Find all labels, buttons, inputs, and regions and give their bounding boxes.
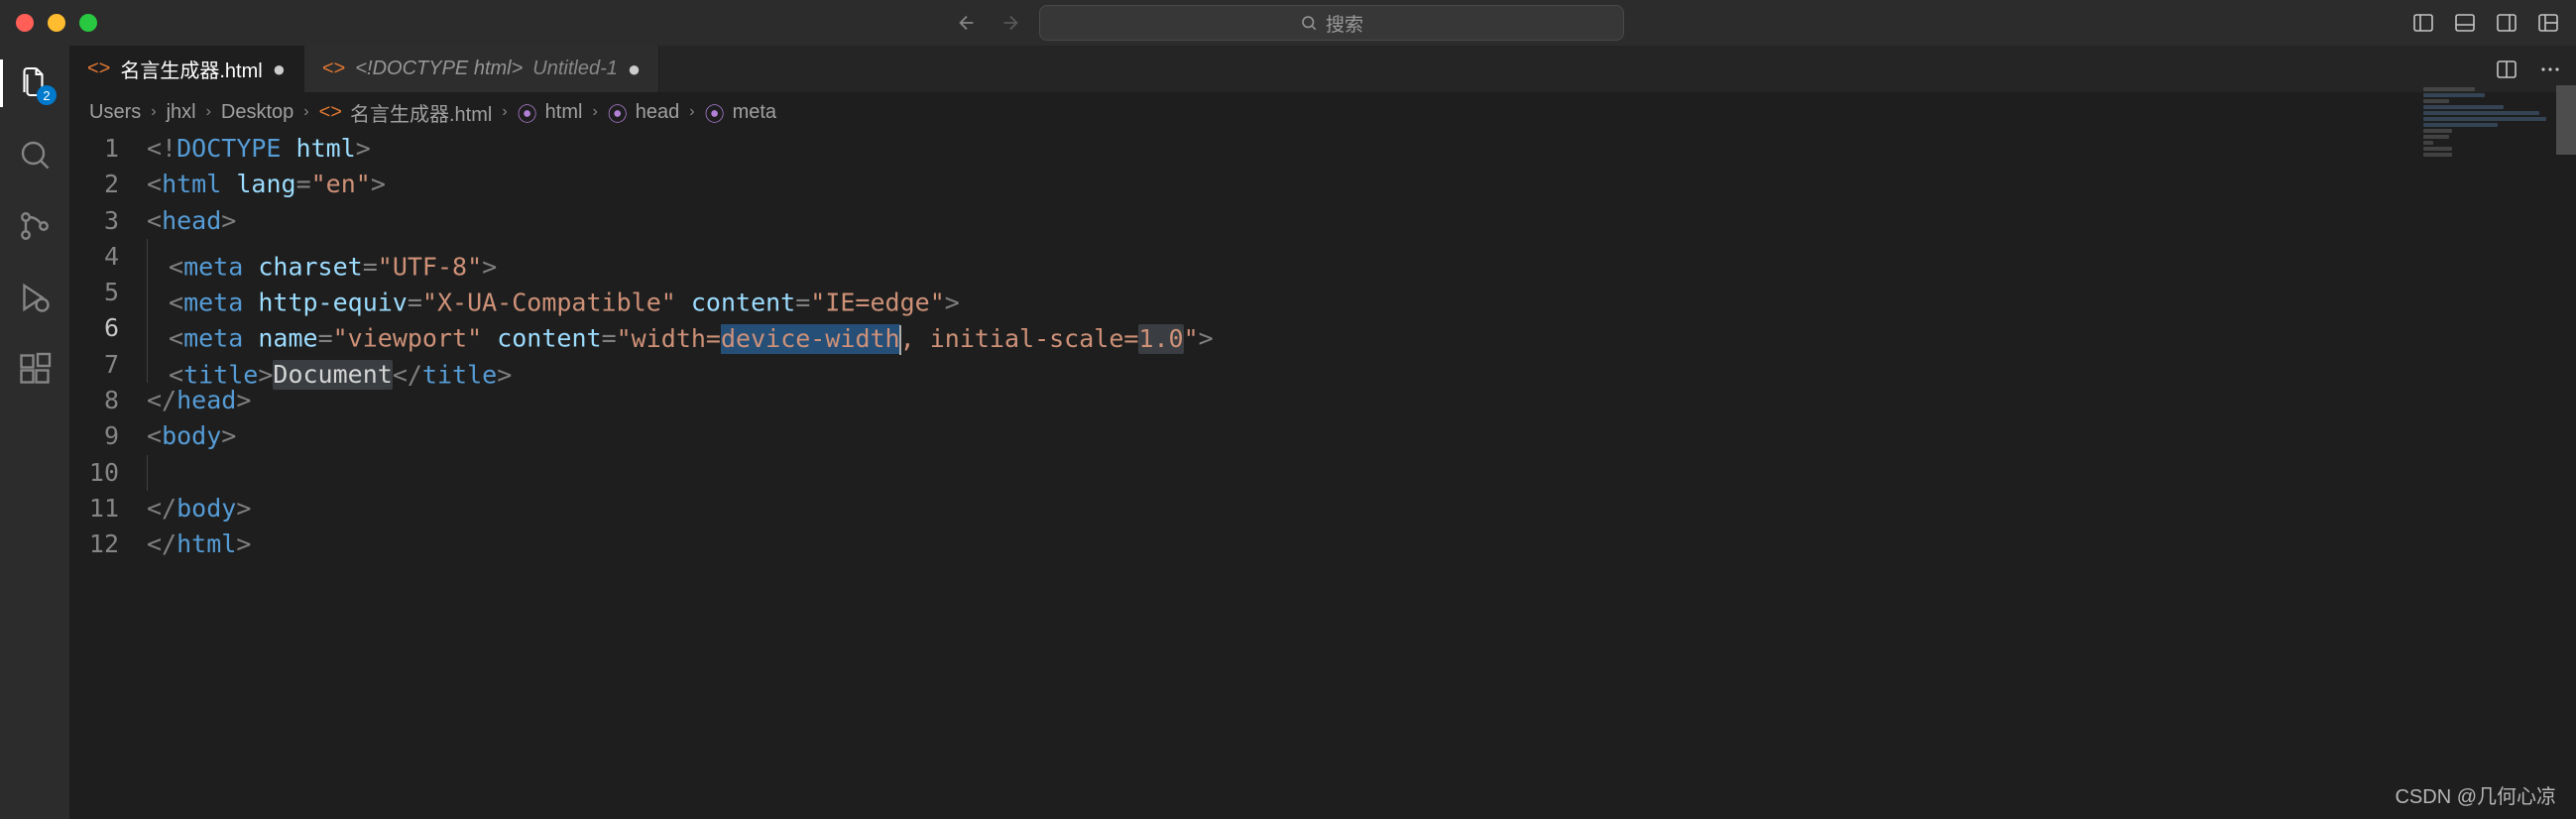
code-line[interactable]: <meta http-equiv="X-UA-Compatible" conte… xyxy=(147,275,2576,310)
breadcrumb-segment[interactable]: 名言生成器.html xyxy=(350,98,492,127)
activity-extensions[interactable] xyxy=(15,349,55,389)
line-number: 7 xyxy=(69,347,119,383)
breadcrumb-segment[interactable]: head xyxy=(636,101,680,124)
code-line[interactable]: <head> xyxy=(147,203,2576,239)
editor-tab[interactable]: <> <!DOCTYPE html> Untitled-1 ● xyxy=(304,46,659,92)
html-file-icon: <> xyxy=(319,101,342,124)
search-icon xyxy=(1300,14,1318,32)
vertical-scrollbar[interactable] xyxy=(2556,85,2576,155)
breadcrumb-segment[interactable]: Desktop xyxy=(221,101,293,124)
editor-tabs: <> 名言生成器.html ● <> <!DOCTYPE html> Untitled-1… xyxy=(69,46,2576,93)
line-number: 11 xyxy=(69,491,119,526)
code-line[interactable]: <body> xyxy=(147,418,2576,454)
nav-forward-button[interactable] xyxy=(995,8,1025,38)
code-line[interactable]: <!DOCTYPE html> xyxy=(147,131,2576,167)
toggle-right-panel-button[interactable] xyxy=(2495,11,2518,35)
line-number: 6 xyxy=(69,310,119,346)
code-line[interactable]: </head> xyxy=(147,383,2576,418)
activity-explorer[interactable]: 2 xyxy=(15,63,55,103)
activity-bar: 2 xyxy=(0,46,69,819)
more-actions-button[interactable] xyxy=(2538,58,2562,81)
line-numbers-gutter: 123456789101112 xyxy=(69,131,147,819)
chevron-right-icon: › xyxy=(502,103,507,121)
chevron-right-icon: › xyxy=(303,103,308,121)
line-number: 8 xyxy=(69,383,119,418)
split-editor-button[interactable] xyxy=(2495,58,2518,81)
code-content[interactable]: <!DOCTYPE html><html lang="en"><head><me… xyxy=(147,131,2576,819)
toggle-left-panel-button[interactable] xyxy=(2411,11,2435,35)
unsaved-indicator-icon: ● xyxy=(628,57,641,82)
watermark: CSDN @几何心凉 xyxy=(2395,780,2556,809)
editor-tab[interactable]: <> 名言生成器.html ● xyxy=(69,46,304,92)
activity-source-control[interactable] xyxy=(15,206,55,246)
line-number: 9 xyxy=(69,418,119,454)
search-icon xyxy=(17,137,53,173)
activity-run-debug[interactable] xyxy=(15,278,55,317)
symbol-icon: ⦿ xyxy=(705,98,725,127)
chevron-right-icon: › xyxy=(151,103,156,121)
line-number: 5 xyxy=(69,275,119,310)
editor-group: <>名言生成器.html●<><!DOCTYPE html>Untitled-1… xyxy=(69,46,2576,819)
code-line[interactable] xyxy=(147,455,2576,491)
breadcrumb-segment[interactable]: html xyxy=(545,101,583,124)
breadcrumb[interactable]: Users › jhxl › Desktop › <>名言生成器.html › … xyxy=(69,93,2576,131)
breadcrumb-segment[interactable]: meta xyxy=(733,101,776,124)
breadcrumb-segment[interactable]: jhxl xyxy=(167,101,196,124)
activity-search[interactable] xyxy=(15,135,55,175)
symbol-icon: ⦿ xyxy=(608,98,628,127)
command-center-search[interactable]: 搜索 xyxy=(1039,5,1624,41)
html-file-icon: <> xyxy=(87,58,110,80)
code-line[interactable]: <title>Document</title> xyxy=(147,347,2576,383)
chevron-right-icon: › xyxy=(689,103,694,121)
chevron-right-icon: › xyxy=(206,103,211,121)
debug-icon xyxy=(17,280,53,315)
line-number: 12 xyxy=(69,526,119,562)
nav-back-button[interactable] xyxy=(952,8,982,38)
close-window-button[interactable] xyxy=(16,14,34,32)
line-number: 4 xyxy=(69,239,119,275)
window-controls xyxy=(16,14,97,32)
title-bar: 搜索 xyxy=(0,0,2576,46)
explorer-badge: 2 xyxy=(37,85,57,105)
code-line[interactable]: <meta charset="UTF-8"> xyxy=(147,239,2576,275)
code-editor[interactable]: 123456789101112 <!DOCTYPE html><html lan… xyxy=(69,131,2576,819)
code-line[interactable]: </body> xyxy=(147,491,2576,526)
minimize-window-button[interactable] xyxy=(48,14,65,32)
maximize-window-button[interactable] xyxy=(79,14,97,32)
code-line[interactable]: <html lang="en"> xyxy=(147,167,2576,202)
breadcrumb-segment[interactable]: Users xyxy=(89,101,141,124)
chevron-right-icon: › xyxy=(592,103,597,121)
line-number: 3 xyxy=(69,203,119,239)
line-number: 1 xyxy=(69,131,119,167)
line-number: 10 xyxy=(69,455,119,491)
unsaved-indicator-icon: ● xyxy=(273,57,286,82)
toggle-bottom-panel-button[interactable] xyxy=(2453,11,2477,35)
line-number: 2 xyxy=(69,167,119,202)
html-file-icon: <> xyxy=(322,58,345,80)
tab-label: <!DOCTYPE html> xyxy=(355,58,523,80)
code-line[interactable]: </html> xyxy=(147,526,2576,562)
symbol-icon: ⦿ xyxy=(518,98,537,127)
code-line[interactable]: <meta name="viewport" content="width=dev… xyxy=(147,310,2576,346)
customize-layout-button[interactable] xyxy=(2536,11,2560,35)
source-control-icon xyxy=(17,208,53,244)
tab-label: 名言生成器.html xyxy=(120,55,262,83)
extensions-icon xyxy=(17,351,53,387)
tab-description: Untitled-1 xyxy=(532,58,618,80)
search-placeholder: 搜索 xyxy=(1326,10,1363,37)
